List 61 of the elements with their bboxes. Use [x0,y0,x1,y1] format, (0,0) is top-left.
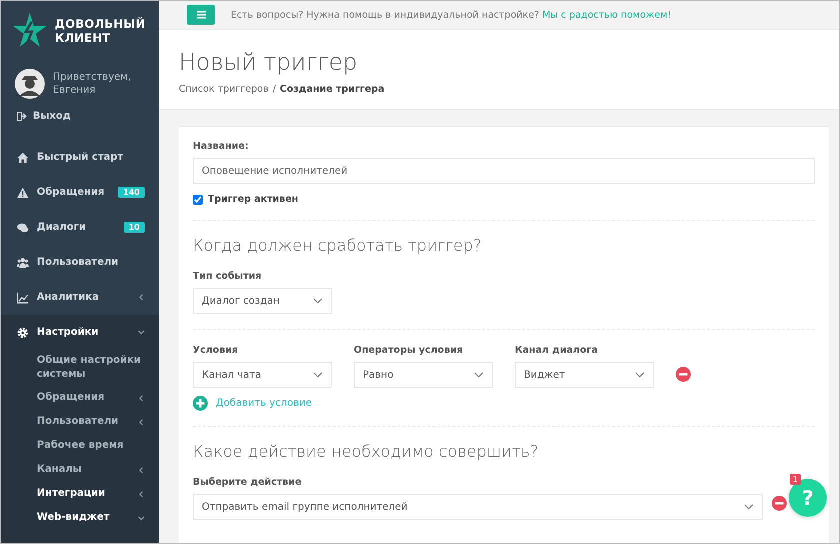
condition-dropdown[interactable]: Виджет [515,362,654,388]
menu-icon [196,11,206,19]
notification-badge: 1 [790,474,801,485]
chevron-down-icon [313,298,323,304]
section-heading: Какое действие необходимо совершить? [193,442,540,461]
chevron-down-icon [313,372,323,378]
active-checkbox[interactable] [193,194,203,204]
sign-out-icon [17,112,27,121]
user-name: Евгения [53,84,97,97]
field-label: Канал диалога [515,345,598,356]
sidebar-item[interactable]: Диалоги 10 [1,210,159,245]
checkbox-label: Триггер активен [208,194,298,205]
field-label: Выберите действие [193,477,302,488]
breadcrumb[interactable]: Создание триггера [280,84,385,95]
submenu-item[interactable]: Обращения [1,386,159,410]
count-badge: 10 [124,222,145,233]
chat-icon [17,222,29,234]
help-prompt: Есть вопросы? Нужна помощь в индивидуальной настройке? Мы с радостью поможем! [231,10,672,20]
field-label: Название: [193,141,249,152]
field-label: Тип события [193,271,262,282]
plus-icon [193,396,208,411]
logo-text: КЛИЕНТ [55,31,112,45]
chevron-down-icon [474,372,484,378]
submenu-item[interactable]: Пользователи [1,410,159,434]
sidebar-item[interactable]: Аналитика [1,280,159,315]
field-label: Условия [193,345,238,356]
home-icon [17,152,29,164]
sidebar-item[interactable]: Настройки [1,315,159,350]
avatar-icon [15,69,45,99]
sidebar-item[interactable]: Обращения 140 [1,175,159,210]
field-label: Операторы условия [354,345,464,356]
breadcrumb-separator: / [272,84,276,95]
remove-icon[interactable] [676,367,691,382]
submenu-item[interactable]: Рабочее время [1,434,159,458]
condition-dropdown[interactable]: Равно [354,362,493,388]
submenu-item[interactable]: Каналы [1,458,159,482]
page-title: Новый триггер [179,50,359,76]
remove-icon[interactable] [772,496,787,511]
name-input[interactable]: Оповещение исполнителей [193,158,815,184]
submenu-item[interactable]: Web-виджет [1,506,159,530]
users-icon [17,256,29,268]
section-heading: Когда должен сработать триггер? [193,236,483,255]
chevron-down-icon [744,504,754,510]
sidebar-item[interactable]: Пользователи [1,245,159,280]
star-logo-icon [13,13,47,49]
submenu-item[interactable]: Интеграции [1,482,159,506]
greeting-text: Приветствуем, [53,71,132,84]
settings-icon [17,326,29,338]
event-dropdown[interactable]: Диалог создан [193,288,332,314]
chart-icon [17,292,29,304]
logo-text: ДОВОЛЬНЫЙ [55,17,146,31]
menu-button[interactable] [187,5,215,25]
submenu-item[interactable]: Общие настройки системы [1,350,159,386]
warning-icon [17,186,29,198]
breadcrumb[interactable]: Список триггеров [179,84,269,95]
count-badge: 140 [118,187,145,198]
logout-link[interactable]: Выход [1,103,159,140]
sidebar-item[interactable]: Быстрый старт [1,140,159,175]
action-dropdown[interactable]: Отправить email группе исполнителей [193,494,763,520]
condition-dropdown[interactable]: Канал чата [193,362,332,388]
chevron-down-icon [635,372,645,378]
